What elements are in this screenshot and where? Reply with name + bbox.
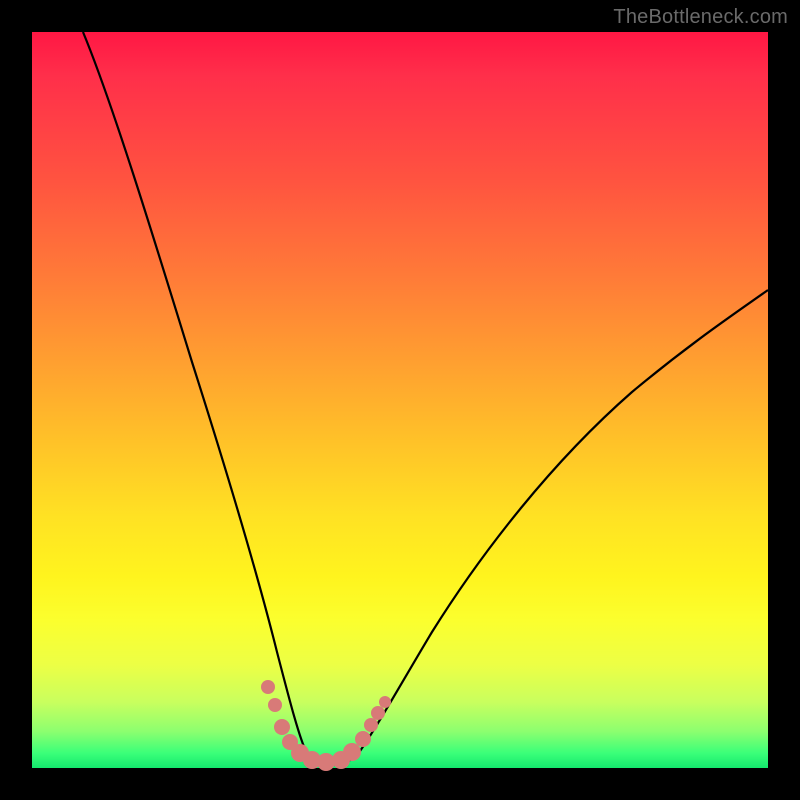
marker-dot [274,719,290,735]
chart-frame: TheBottleneck.com [0,0,800,800]
marker-dot [371,706,385,720]
marker-dot [364,718,378,732]
marker-dot [379,696,391,708]
valley-markers [261,680,391,771]
watermark-text: TheBottleneck.com [613,6,788,29]
marker-dot [268,698,282,712]
marker-dot [355,731,371,747]
marker-dot [343,743,361,761]
curve-left-branch [83,32,307,754]
curve-right-branch [358,290,768,754]
curve-svg [32,32,768,768]
plot-area [32,32,768,768]
marker-dot [261,680,275,694]
